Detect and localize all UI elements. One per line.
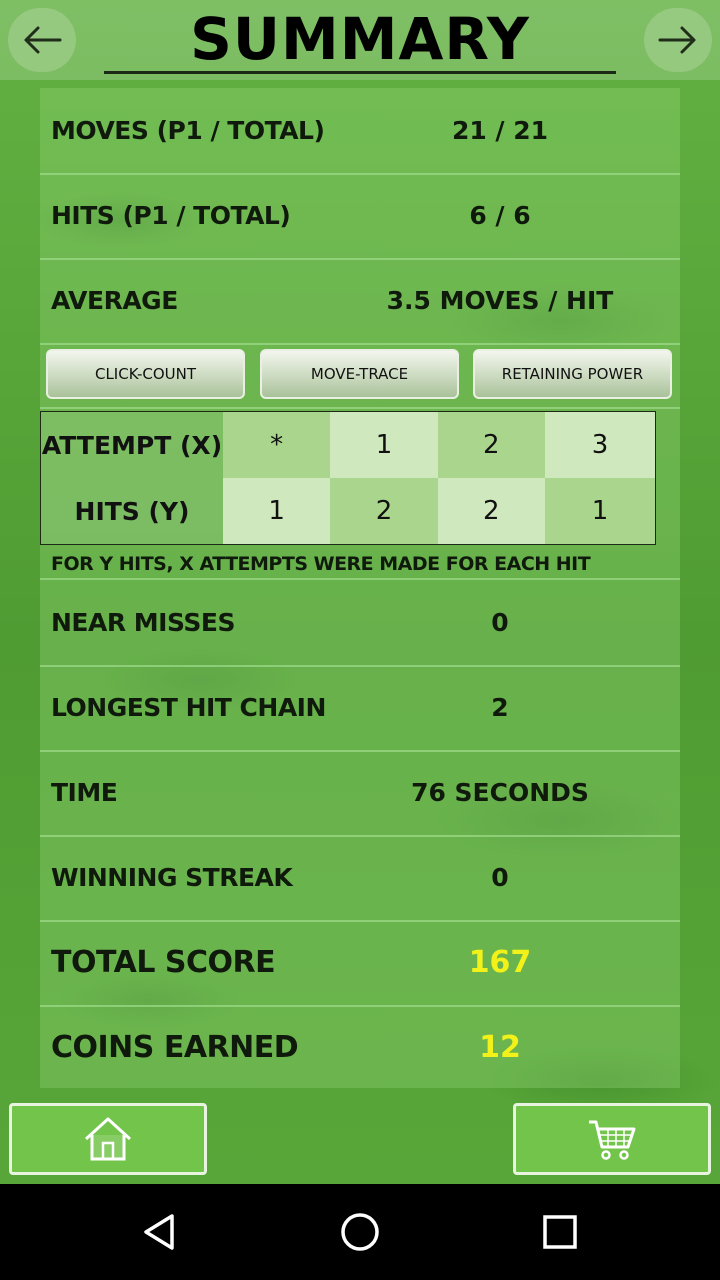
table-cell: 1 [330,411,438,478]
table-cell: 2 [330,478,438,545]
stat-value: 2 [491,693,509,722]
arrow-right-icon [658,26,696,54]
stat-label: TIME [51,778,118,807]
home-icon [84,1117,132,1161]
table-cell: 2 [437,411,545,478]
stat-label: LONGEST HIT CHAIN [51,693,326,722]
total-score-value: 167 [468,945,532,980]
tab-move-trace[interactable]: MOVE-TRACE [260,349,459,399]
arrow-left-icon [24,26,62,54]
shop-button[interactable] [513,1103,711,1175]
summary-panel: MOVES (P1 / TOTAL) 21 / 21 HITS (P1 / TO… [40,88,680,1088]
stat-value: 21 / 21 [451,116,549,145]
stat-value: 3.5 MOVES / HIT [386,286,614,315]
stat-label: COINS EARNED [51,1030,299,1065]
row-header-hits: HITS (Y) [40,478,223,545]
table-cell: 2 [437,478,545,545]
system-recents-button[interactable] [500,1184,620,1280]
table-cell: 1 [544,478,656,545]
coins-earned-value: 12 [479,1030,521,1065]
stat-value: 76 SECONDS [411,778,589,807]
table-cell: 1 [223,478,331,545]
stat-row-average: AVERAGE 3.5 MOVES / HIT [40,258,680,345]
home-button[interactable] [9,1103,207,1175]
table-cell: 3 [544,411,656,478]
table-note: FOR Y HITS, X ATTEMPTS WERE MADE FOR EAC… [51,553,591,575]
tab-click-count[interactable]: CLICK-COUNT [46,349,245,399]
forward-button[interactable] [644,8,712,72]
divider [40,407,680,409]
cart-icon [589,1120,636,1160]
stat-row-longest-chain: LONGEST HIT CHAIN 2 [40,665,680,752]
stat-value: 0 [491,608,509,637]
square-recents-icon [543,1215,577,1249]
stat-row-total-score: TOTAL SCORE 167 [40,920,680,1007]
stat-row-moves: MOVES (P1 / TOTAL) 21 / 21 [40,88,680,175]
row-header-attempts: ATTEMPT (X) [40,411,223,478]
stat-label: AVERAGE [51,286,178,315]
stat-label: NEAR MISSES [51,608,235,637]
triangle-back-icon [144,1214,174,1250]
system-nav-bar [0,1184,720,1280]
table-row: HITS (Y) 1 2 2 1 [40,478,656,545]
stat-label: HITS (P1 / TOTAL) [51,201,291,230]
page-title: SUMMARY [190,5,530,73]
stat-row-time: TIME 76 SECONDS [40,750,680,837]
system-home-button[interactable] [300,1184,420,1280]
attempts-table: ATTEMPT (X) * 1 2 3 HITS (Y) 1 2 2 1 [40,411,656,545]
stat-row-winning-streak: WINNING STREAK 0 [40,835,680,922]
header: SUMMARY [0,0,720,80]
stat-row-coins-earned: COINS EARNED 12 [40,1005,680,1090]
stat-row-hits: HITS (P1 / TOTAL) 6 / 6 [40,173,680,260]
circle-home-icon [341,1213,379,1251]
stat-label: TOTAL SCORE [51,945,276,980]
title-underline [104,71,616,74]
stat-label: WINNING STREAK [51,863,293,892]
system-back-button[interactable] [100,1184,220,1280]
stat-label: MOVES (P1 / TOTAL) [51,116,325,145]
back-button[interactable] [8,8,76,72]
table-row: ATTEMPT (X) * 1 2 3 [40,411,656,478]
stat-value: 0 [491,863,509,892]
table-cell: * [223,411,331,478]
tab-retaining-power[interactable]: RETAINING POWER [473,349,672,399]
stat-row-near-misses: NEAR MISSES 0 [40,580,680,667]
stat-value: 6 / 6 [469,201,531,230]
